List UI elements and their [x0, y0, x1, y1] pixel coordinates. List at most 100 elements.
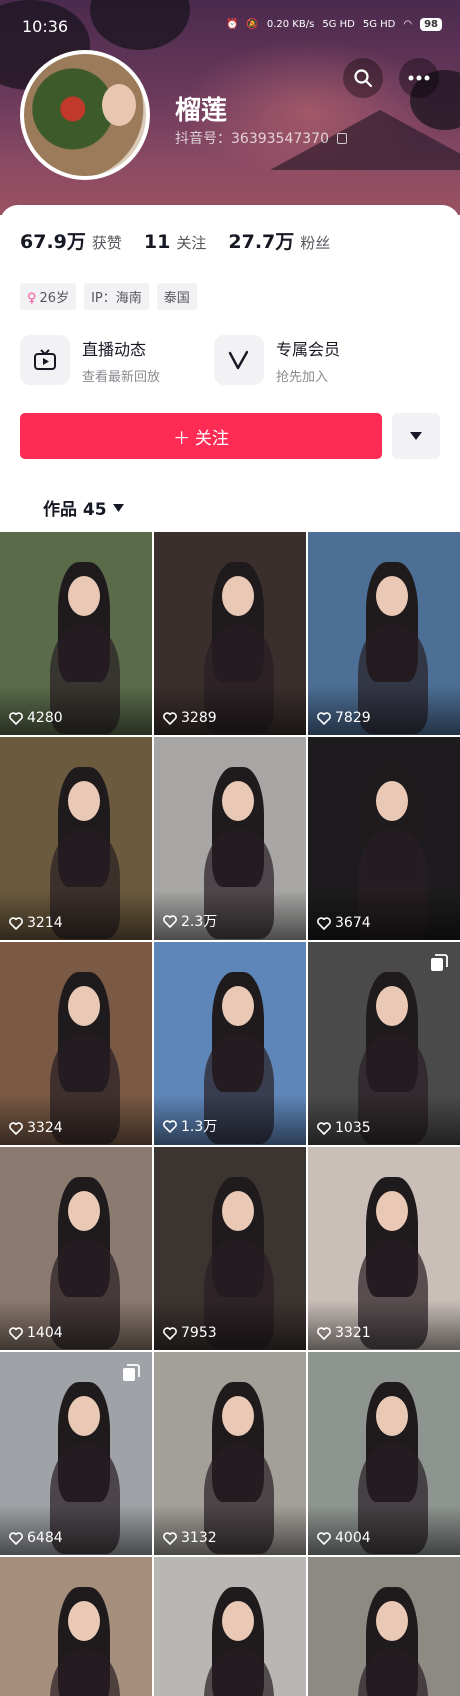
tag-ip: IP：海南: [84, 283, 149, 310]
battery-level: 98: [420, 18, 442, 31]
signal-1: 5G HD: [322, 19, 355, 30]
status-icons: ⏰ 🔕 0.20 KB/s 5G HD 5G HD ◠ 98: [226, 18, 442, 31]
heart-icon: [317, 1326, 331, 1340]
tile-like-count: 7829: [317, 710, 371, 726]
heart-icon: [9, 1121, 23, 1135]
tile-figure-face: [68, 1601, 100, 1641]
copy-icon: [337, 133, 348, 144]
video-tile[interactable]: [154, 1557, 306, 1696]
tile-figure-face: [222, 576, 254, 616]
tile-like-count-text: 4004: [335, 1530, 371, 1546]
profile-page: 10:36 ⏰ 🔕 0.20 KB/s 5G HD 5G HD ◠ 98 榴莲 …: [0, 0, 460, 1696]
avatar-face: [102, 84, 136, 126]
status-bar: 10:36 ⏰ 🔕 0.20 KB/s 5G HD 5G HD ◠ 98: [0, 0, 460, 40]
heart-icon: [317, 916, 331, 930]
net-speed: 0.20 KB/s: [266, 19, 315, 30]
video-tile[interactable]: 6484: [0, 1352, 152, 1555]
profile-card: 67.9万 获赞 11 关注 27.7万 粉丝 ♀ 26岁 IP：海南 泰国 直播动态 …: [0, 205, 460, 530]
video-tile[interactable]: [308, 1557, 460, 1696]
feature-membership-title: 专属会员: [276, 339, 341, 359]
video-tile[interactable]: 3214: [0, 737, 152, 940]
tile-figure-face: [376, 781, 408, 821]
tile-like-count-text: 1404: [27, 1325, 63, 1341]
tile-like-count: 3214: [9, 915, 63, 931]
stat-followers[interactable]: 27.7万 粉丝: [228, 227, 330, 254]
tile-like-count-text: 3289: [181, 710, 217, 726]
tile-figure-face: [68, 1396, 100, 1436]
tile-like-count-text: 7829: [335, 710, 371, 726]
douyin-id[interactable]: 抖音号：36393547370: [175, 128, 348, 148]
more-options-button[interactable]: [399, 58, 439, 98]
tab-works[interactable]: 作品 45: [43, 495, 124, 520]
stat-likes[interactable]: 67.9万 获赞: [20, 227, 122, 254]
video-tile[interactable]: 3132: [154, 1352, 306, 1555]
tile-figure-face: [376, 576, 408, 616]
follow-button[interactable]: ＋ 关注: [20, 413, 382, 459]
tv-icon: [20, 335, 70, 385]
avatar[interactable]: [20, 50, 150, 180]
mute-icon: 🔕: [246, 19, 259, 30]
tile-like-count: 3132: [163, 1530, 217, 1546]
video-tile[interactable]: 3324: [0, 942, 152, 1145]
tile-like-count: 3289: [163, 710, 217, 726]
video-tile[interactable]: 4004: [308, 1352, 460, 1555]
tag-location: 泰国: [156, 283, 197, 310]
female-icon: ♀: [27, 291, 37, 306]
video-tile[interactable]: 7829: [308, 532, 460, 735]
tile-figure-face: [222, 1191, 254, 1231]
video-tile[interactable]: 4280: [0, 532, 152, 735]
tile-like-count-text: 3132: [181, 1530, 217, 1546]
tile-like-count-text: 4280: [27, 710, 63, 726]
heart-icon: [163, 914, 177, 928]
video-tile[interactable]: 3321: [308, 1147, 460, 1350]
heart-icon: [9, 711, 23, 725]
tile-like-count: 2.3万: [163, 911, 217, 931]
stats-row: 67.9万 获赞 11 关注 27.7万 粉丝: [20, 227, 330, 254]
video-tile[interactable]: 1035: [308, 942, 460, 1145]
heart-icon: [163, 1326, 177, 1340]
stat-likes-label: 获赞: [91, 234, 122, 252]
signal-2: 5G HD: [362, 19, 396, 30]
video-tile[interactable]: 3289: [154, 532, 306, 735]
tile-figure-face: [222, 1396, 254, 1436]
tile-like-count: 1.3万: [163, 1116, 217, 1136]
tile-like-count-text: 3214: [27, 915, 63, 931]
feature-membership[interactable]: 专属会员 抢先加入: [214, 335, 340, 385]
tile-figure-face: [376, 1601, 408, 1641]
feature-live[interactable]: 直播动态 查看最新回放: [20, 335, 160, 385]
tile-figure-face: [222, 1601, 254, 1641]
tag-age-text: 26岁: [39, 291, 70, 306]
video-tile[interactable]: 2.3万: [154, 737, 306, 940]
tile-like-count: 6484: [9, 1530, 63, 1546]
tile-like-count-text: 3674: [335, 915, 371, 931]
tile-figure-face: [68, 576, 100, 616]
tile-like-count-text: 6484: [27, 1530, 63, 1546]
feature-membership-subtitle: 抢先加入: [276, 369, 329, 385]
tile-figure-face: [376, 1396, 408, 1436]
tile-like-count-text: 1.3万: [181, 1119, 218, 1135]
video-tile[interactable]: 1.3万: [154, 942, 306, 1145]
tile-like-count-text: 3324: [27, 1120, 63, 1136]
tile-like-count-text: 1035: [335, 1120, 371, 1136]
stat-following-label: 关注: [176, 234, 207, 252]
multi-image-icon: [122, 1364, 140, 1382]
video-tile[interactable]: 7953: [154, 1147, 306, 1350]
video-grid: 4280 3289 7829 3214 2.3万 3674 3324 1.3万 1035 1404…: [0, 532, 460, 1696]
heart-icon: [163, 1531, 177, 1545]
tab-works-label: 作品 45: [43, 500, 107, 520]
feature-live-title: 直播动态: [82, 339, 147, 359]
recommend-dropdown-button[interactable]: [392, 413, 440, 459]
heart-icon: [317, 1531, 331, 1545]
search-button[interactable]: [343, 58, 383, 98]
heart-icon: [9, 1326, 23, 1340]
tile-figure-face: [376, 986, 408, 1026]
video-tile[interactable]: [0, 1557, 152, 1696]
multi-image-icon: [430, 954, 448, 972]
tile-figure-face: [222, 781, 254, 821]
stat-following[interactable]: 11 关注: [144, 231, 206, 253]
video-tile[interactable]: 1404: [0, 1147, 152, 1350]
tile-like-count: 3321: [317, 1325, 371, 1341]
alarm-icon: ⏰: [225, 19, 239, 30]
video-tile[interactable]: 3674: [308, 737, 460, 940]
tile-like-count: 4004: [317, 1530, 371, 1546]
